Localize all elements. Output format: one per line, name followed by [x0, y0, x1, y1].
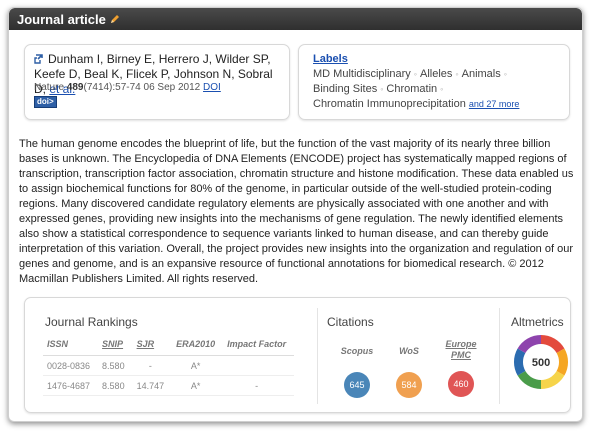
label-item[interactable]: MD Multidisciplinary [313, 68, 411, 80]
divider [499, 308, 500, 404]
external-source-icon[interactable] [34, 54, 44, 64]
citation-count-bubble[interactable]: 584 [396, 372, 422, 398]
era2010-cell: A* [172, 355, 224, 376]
journal-rankings-table: ISSN SNIP SJR ERA2010 Impact Factor 0028… [43, 335, 295, 396]
label-item[interactable]: Binding Sites [313, 83, 377, 95]
separator-dot-icon: ◦ [503, 69, 507, 79]
citation-wos: WoS 584 [384, 344, 434, 398]
era2010-cell: A* [172, 375, 224, 396]
citation-source-label: WoS [399, 346, 419, 356]
edit-pencil-icon[interactable] [110, 14, 120, 24]
doi-link[interactable]: DOI [203, 82, 221, 93]
metrics-panel: Journal Rankings ISSN SNIP SJR ERA2010 I… [24, 297, 571, 413]
journal-issue-pages: (7414):57-74 06 Sep 2012 [83, 82, 201, 93]
column-header-sjr[interactable]: SJR [132, 335, 173, 356]
sjr-cell: 14.747 [132, 375, 173, 396]
label-item[interactable]: Chromatin Immunoprecipitation [313, 98, 466, 110]
citation-europe-pmc: Europe PMC 460 [436, 339, 486, 397]
labels-title-link[interactable]: Labels [313, 53, 348, 65]
doi-badge[interactable]: doi> [34, 96, 57, 108]
snip-cell: 8.580 [98, 355, 133, 376]
impact-factor-cell [223, 355, 295, 376]
journal-volume: 489 [66, 82, 84, 93]
issn-cell: 0028-0836 [43, 355, 99, 376]
citation-count-bubble[interactable]: 460 [448, 371, 474, 397]
journal-rankings-title: Journal Rankings [45, 315, 138, 329]
journal-article-card: Journal article Dunham I, Birney E, Herr… [8, 7, 583, 422]
table-row: 0028-0836 8.580 - A* [43, 355, 295, 376]
snip-cell: 8.580 [98, 375, 133, 396]
altmetric-donut-icon[interactable]: 500 [511, 332, 571, 392]
label-item[interactable]: Animals [462, 68, 501, 80]
altmetric-score: 500 [532, 357, 550, 369]
label-item[interactable]: Chromatin [386, 83, 437, 95]
column-header-impact-factor: Impact Factor [223, 335, 295, 356]
journal-name: Nature [34, 82, 65, 93]
sjr-cell: - [132, 355, 173, 376]
abstract-text: The human genome encodes the blueprint o… [19, 138, 574, 285]
separator-dot-icon: ◦ [440, 84, 444, 94]
altmetrics-title: Altmetrics [511, 315, 564, 329]
column-header-snip[interactable]: SNIP [98, 335, 133, 356]
rankings-header-row: ISSN SNIP SJR ERA2010 Impact Factor [43, 335, 295, 356]
label-item[interactable]: Alleles [420, 68, 452, 80]
labels-box: Labels MD Multidisciplinary ◦ Alleles ◦ Anim… [298, 44, 570, 120]
card-header: Journal article [9, 8, 582, 30]
citation-source-link[interactable]: Europe PMC [436, 339, 486, 361]
column-header-issn: ISSN [43, 335, 99, 356]
separator-dot-icon: ◦ [455, 69, 459, 79]
column-header-era2010: ERA2010 [172, 335, 224, 356]
citation-count-bubble[interactable]: 645 [344, 372, 370, 398]
table-row: 1476-4687 8.580 14.747 A* - [43, 375, 295, 396]
more-labels-link[interactable]: and 27 more [469, 99, 520, 109]
issn-cell: 1476-4687 [43, 375, 99, 396]
card-title: Journal article [17, 11, 106, 27]
divider [317, 308, 318, 404]
citations-title: Citations [327, 315, 374, 329]
citation-source-label: Scopus [340, 346, 374, 356]
labels-list: MD Multidisciplinary ◦ Alleles ◦ Animals ◦ Bi… [313, 67, 563, 112]
citation-box: Dunham I, Birney E, Herrero J, Wilder SP… [24, 44, 290, 120]
citation-scopus: Scopus 645 [332, 344, 382, 398]
journal-info: Nature 489(7414):57-74 06 Sep 2012 DOI [34, 82, 221, 93]
impact-factor-cell: - [223, 375, 295, 396]
separator-dot-icon: ◦ [413, 69, 417, 79]
